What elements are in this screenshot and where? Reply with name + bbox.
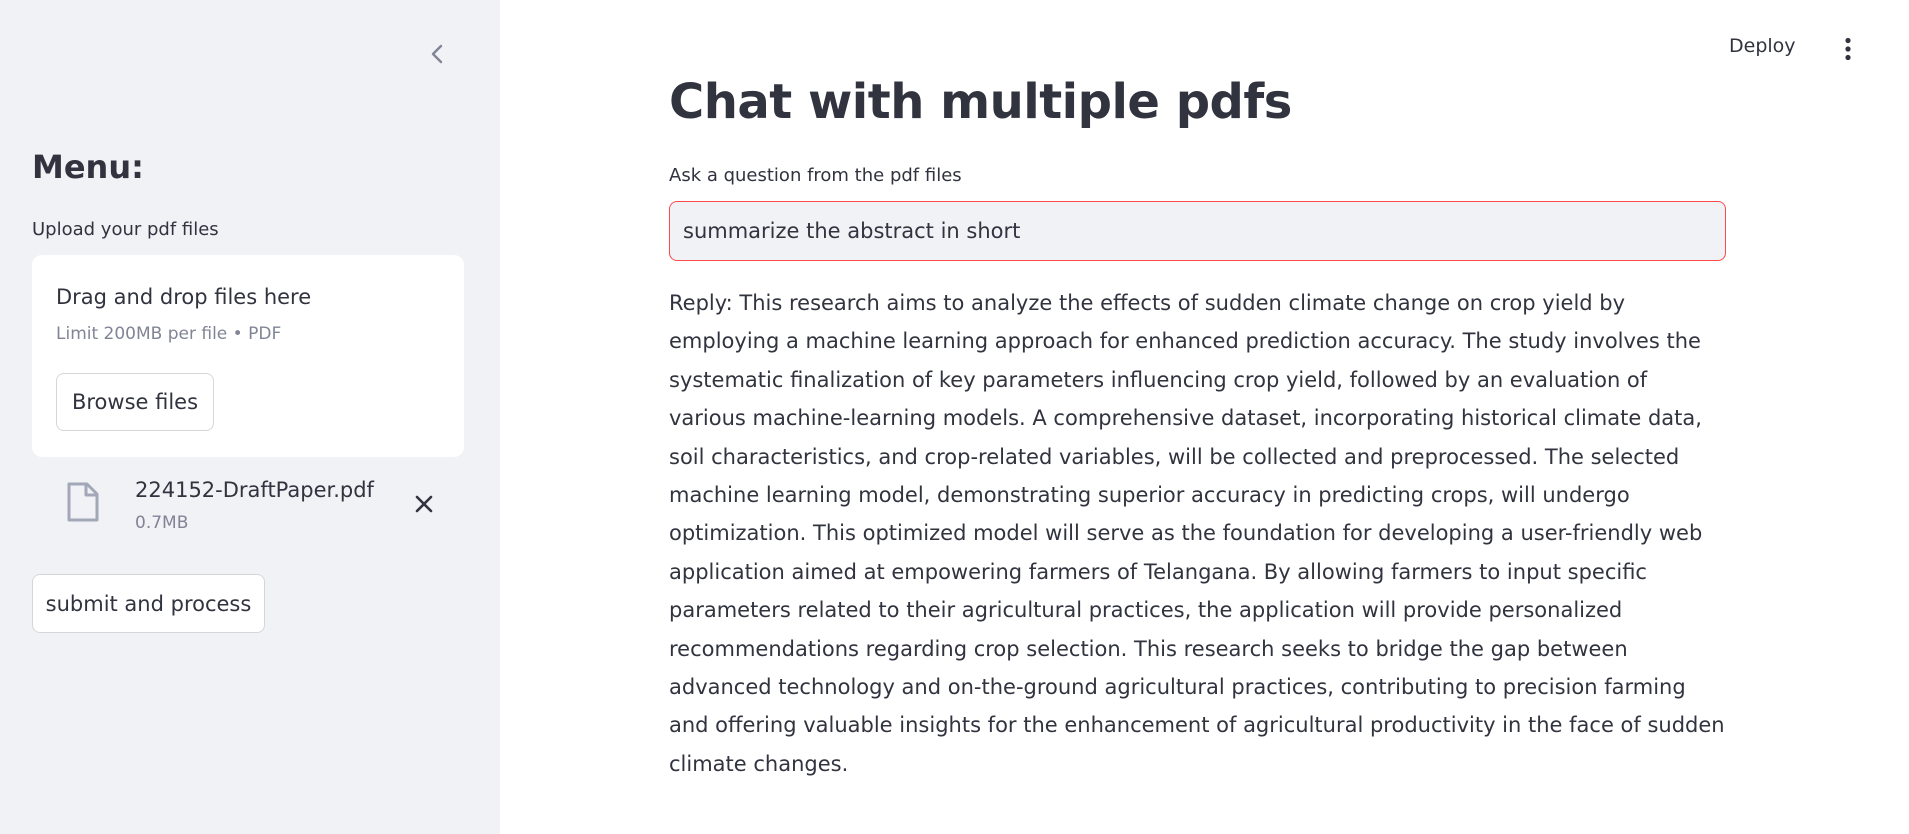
- browse-files-button[interactable]: Browse files: [56, 373, 214, 431]
- sidebar: Menu: Upload your pdf files Drag and dro…: [0, 0, 500, 834]
- uploaded-file-item: 224152-DraftPaper.pdf 0.7MB: [32, 472, 464, 536]
- kebab-menu-icon: [1845, 37, 1851, 61]
- collapse-sidebar-button[interactable]: [424, 38, 450, 70]
- file-icon: [67, 482, 99, 522]
- app-root: Menu: Upload your pdf files Drag and dro…: [0, 0, 1909, 834]
- remove-file-button[interactable]: [410, 490, 438, 518]
- main-menu-button[interactable]: [1836, 34, 1860, 64]
- page-title: Chat with multiple pdfs: [669, 74, 1292, 130]
- deploy-button[interactable]: Deploy: [1729, 33, 1796, 59]
- dropzone-title: Drag and drop files here: [56, 285, 312, 309]
- sidebar-menu-title: Menu:: [32, 148, 144, 186]
- submit-and-process-button[interactable]: submit and process: [32, 574, 265, 633]
- reply-text: Reply: This research aims to analyze the…: [669, 291, 1725, 776]
- chevron-left-icon: [431, 44, 443, 64]
- file-dropzone[interactable]: Drag and drop files here Limit 200MB per…: [32, 255, 464, 457]
- dropzone-limit-text: Limit 200MB per file • PDF: [56, 324, 282, 344]
- close-icon: [415, 495, 433, 513]
- upload-label: Upload your pdf files: [32, 219, 219, 240]
- uploaded-file-size: 0.7MB: [135, 513, 189, 533]
- main-content: Deploy Chat with multiple pdfs Ask a que…: [500, 0, 1909, 834]
- uploaded-file-name: 224152-DraftPaper.pdf: [135, 478, 374, 502]
- question-input[interactable]: [669, 201, 1726, 261]
- question-label: Ask a question from the pdf files: [669, 165, 962, 186]
